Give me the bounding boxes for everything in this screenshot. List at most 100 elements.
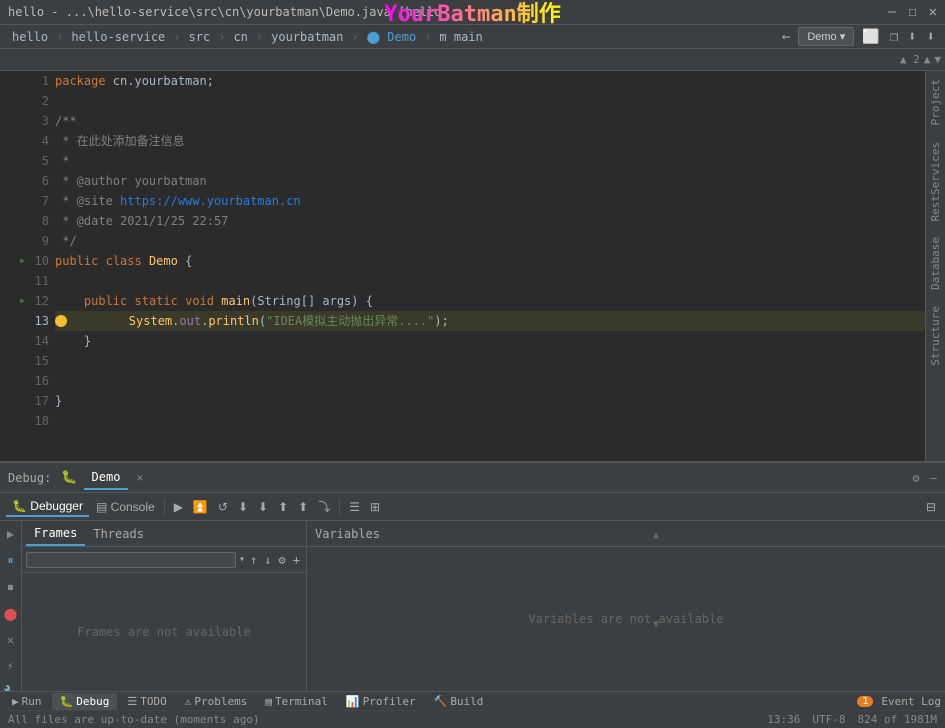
gutter-line-16: 16 (0, 371, 51, 391)
scroll-up-icon[interactable]: ▲ (924, 53, 931, 66)
code-line-8: * @date 2021/1/25 22:57 (55, 211, 925, 231)
frames-filter-btn[interactable]: ⚙ (277, 552, 288, 568)
left-icon-wrench[interactable]: 🔧 (1, 683, 20, 691)
debug-tool-step-over[interactable]: ⬇ (235, 498, 251, 516)
run-stop-icon[interactable]: ⬜ (860, 27, 881, 47)
debug-tool-step-into[interactable]: ⬇ (255, 498, 271, 516)
left-icon-run[interactable]: ▶ (5, 525, 16, 543)
left-icon-pause[interactable]: ⏸ (5, 551, 15, 570)
frames-down-btn[interactable]: ↓ (262, 552, 273, 568)
nav-item-demo-file[interactable]: ⬤ Demo (363, 28, 421, 46)
frames-dropdown-icon[interactable]: ▾ (239, 554, 245, 565)
debug-tool-settings-right[interactable]: ⊟ (923, 498, 939, 516)
debug-tool-breakpoints[interactable]: ☰ (346, 498, 363, 516)
code-editor[interactable]: 1 2 3 4 5 6 7 8 9 ▶10 11 ▶12 13 14 (0, 71, 925, 461)
gutter-line-3: 3 (0, 111, 51, 131)
frames-scroll-down[interactable]: ▼ (653, 619, 659, 630)
gutter-controls: ▲ 2 ▲ ▼ (900, 53, 941, 66)
debug-settings-icon[interactable]: ⚙ (913, 471, 920, 485)
nav-more-icon[interactable]: ⬇ (925, 27, 937, 47)
frames-panel: Frames Threads ▾ ↑ ↓ ⚙ + Frames are not … (22, 521, 307, 691)
fold-arrow-12[interactable]: ▶ (20, 291, 25, 311)
nav-item-main[interactable]: m main (435, 28, 486, 46)
bottom-right: 1 Event Log (857, 695, 941, 708)
nav-item-src[interactable]: src (185, 28, 215, 46)
status-encoding[interactable]: UTF-8 (812, 713, 845, 726)
left-icon-power[interactable]: ⚡ (5, 657, 16, 675)
console-tab-button[interactable]: ▤ Console (93, 498, 158, 516)
title-text: hello - ...\hello-service\src\cn\yourbat… (8, 5, 888, 19)
code-line-18 (55, 411, 925, 431)
nav-item-cn[interactable]: cn (229, 28, 251, 46)
debug-tool-stop[interactable]: ⏫ (190, 498, 211, 516)
sidebar-tab-structure[interactable]: Structure (925, 298, 945, 374)
event-log-label[interactable]: Event Log (881, 695, 941, 708)
debug-tab-icon: 🐛 (61, 470, 77, 485)
gutter-line-6: 6 (0, 171, 51, 191)
debug-tool-evaluate[interactable]: ⤵ (315, 496, 333, 517)
sidebar-tab-project[interactable]: Project (925, 71, 945, 133)
left-icon-stop[interactable]: ⏹ (5, 578, 15, 597)
threads-tab[interactable]: Threads (85, 523, 152, 545)
code-line-16 (55, 371, 925, 391)
code-line-11 (55, 271, 925, 291)
frames-threads-tabs: Frames Threads (22, 521, 306, 547)
bottom-tab-problems[interactable]: ⚠ Problems (177, 693, 256, 710)
fold-arrow-10[interactable]: ▶ (20, 251, 25, 271)
nav-item-yourbatman[interactable]: yourbatman (267, 28, 347, 46)
maximize-button[interactable]: ☐ (908, 4, 916, 20)
nav-item-hello[interactable]: hello (8, 28, 52, 46)
code-line-15 (55, 351, 925, 371)
bottom-tab-terminal[interactable]: ▤ Terminal (257, 693, 336, 710)
bottom-tab-todo[interactable]: ☰ TODO (119, 693, 174, 710)
gutter-line-17: 17 (0, 391, 51, 411)
bottom-tab-debug[interactable]: 🐛 Debug (52, 693, 118, 710)
sidebar-tab-restservices[interactable]: RestServices (925, 134, 945, 229)
left-icon-cancel[interactable]: ✕ (5, 631, 16, 649)
close-button[interactable]: ✕ (929, 4, 937, 20)
nav-back-icon[interactable]: ← (780, 27, 792, 47)
debugger-tab-button[interactable]: 🐛 Debugger (6, 497, 89, 517)
status-time: 13:36 (767, 713, 800, 726)
debug-close-tab[interactable]: ✕ (136, 471, 143, 484)
gutter-line-4: 4 (0, 131, 51, 151)
status-message: All files are up-to-date (moments ago) (8, 713, 260, 726)
left-icon-breakpoint[interactable]: ⬤ (2, 605, 19, 623)
frames-add-btn[interactable]: + (291, 552, 302, 568)
bottom-tab-build[interactable]: 🔨 Build (426, 693, 492, 710)
debug-tool-mute[interactable]: ⊞ (367, 498, 383, 516)
code-line-17: } (55, 391, 925, 411)
code-content-area[interactable]: package cn.yourbatman; /** * 在此处添加备注信息 *… (55, 71, 925, 461)
variables-panel: Variables Variables are not available (307, 521, 945, 691)
debug-tool-step-out[interactable]: ⬆ (275, 498, 291, 516)
toolbar-sep-2 (339, 499, 340, 515)
scroll-down-icon[interactable]: ▼ (934, 53, 941, 66)
nav-save-icon[interactable]: ⬇ (906, 27, 918, 47)
sidebar-tab-database[interactable]: Database (925, 229, 945, 298)
debug-tool-restart[interactable]: ↺ (215, 498, 231, 516)
gutter-line-7: 7 (0, 191, 51, 211)
debug-tool-run-cursor[interactable]: ⬆ (295, 498, 311, 516)
variables-header: Variables (307, 521, 945, 547)
gutter-line-18: 18 (0, 411, 51, 431)
status-memory[interactable]: 824 of 1981M (858, 713, 937, 726)
run-tab-label: Run (22, 695, 42, 708)
frames-tab[interactable]: Frames (26, 522, 85, 546)
run-config-button[interactable]: Demo ▾ (798, 27, 854, 46)
minimize-button[interactable]: — (888, 4, 896, 20)
bottom-tab-run[interactable]: ▶ Run (4, 693, 50, 710)
frames-filter-input[interactable] (26, 552, 236, 568)
debug-dot-13 (55, 315, 67, 327)
gutter-line-5: 5 (0, 151, 51, 171)
frames-scroll-up[interactable]: ▲ (653, 530, 659, 541)
debug-minimize-icon[interactable]: — (930, 471, 937, 485)
debug-tab-name[interactable]: Demo (84, 466, 129, 490)
frames-content: Frames are not available (22, 573, 306, 691)
frames-up-btn[interactable]: ↑ (248, 552, 259, 568)
nav-layout-icon[interactable]: ❐ (888, 27, 900, 47)
terminal-tab-icon: ▤ (265, 695, 272, 708)
bottom-tab-profiler[interactable]: 📊 Profiler (338, 693, 424, 710)
nav-item-hello-service[interactable]: hello-service (67, 28, 169, 46)
debug-tool-resume[interactable]: ▶ (171, 498, 186, 516)
profiler-tab-label: Profiler (363, 695, 416, 708)
